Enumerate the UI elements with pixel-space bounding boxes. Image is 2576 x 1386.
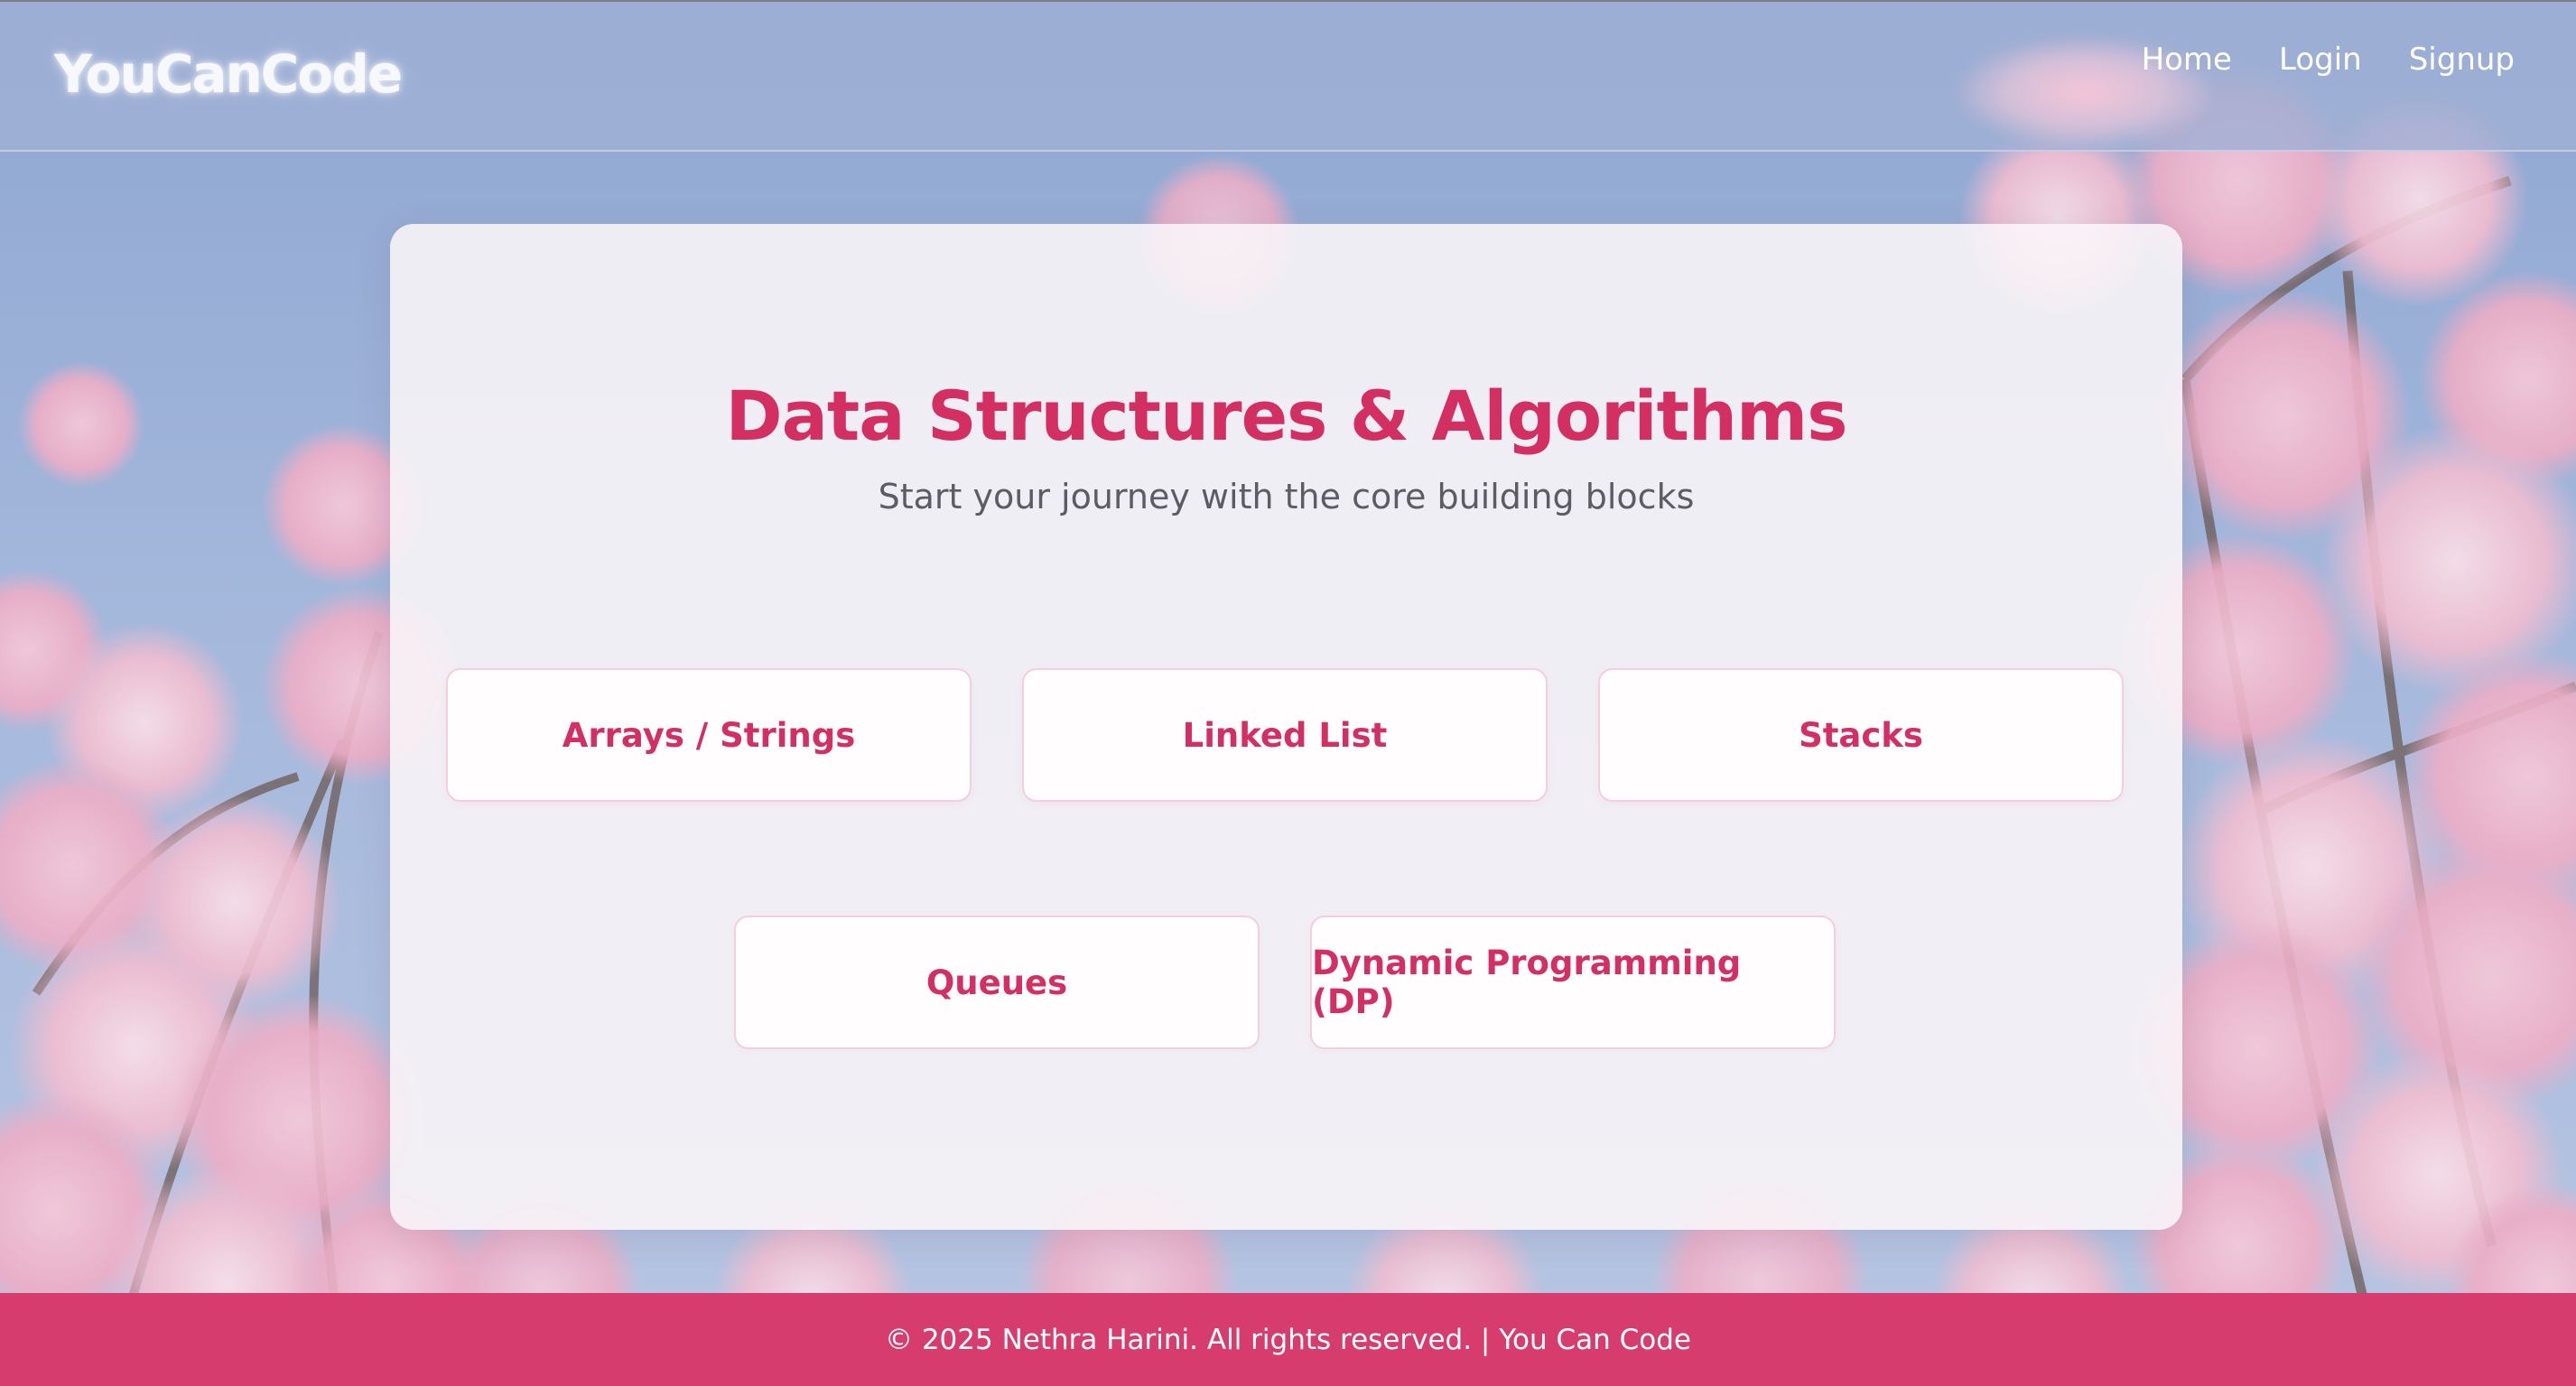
topic-button-queues[interactable]: Queues (734, 916, 1260, 1049)
page-title: Data Structures & Algorithms (725, 376, 1848, 456)
nav-links: Home Login Signup (2142, 42, 2515, 78)
footer: © 2025 Nethra Harini. All rights reserve… (0, 1293, 2576, 1386)
nav-home-link[interactable]: Home (2142, 42, 2232, 78)
topic-button-arrays-strings[interactable]: Arrays / Strings (446, 668, 972, 802)
navbar: YouCanCode Home Login Signup (0, 0, 2576, 152)
topic-button-stacks[interactable]: Stacks (1598, 668, 2124, 802)
nav-login-link[interactable]: Login (2279, 42, 2362, 78)
nav-signup-link[interactable]: Signup (2409, 42, 2515, 78)
brand-logo[interactable]: YouCanCode (54, 43, 403, 105)
page-subtitle: Start your journey with the core buildin… (878, 477, 1695, 516)
topic-button-linked-list[interactable]: Linked List (1022, 668, 1548, 802)
footer-copyright: © 2025 Nethra Harini. All rights reserve… (884, 1323, 1692, 1356)
topic-button-dynamic-programming[interactable]: Dynamic Programming (DP) (1310, 916, 1836, 1049)
topics-card: Data Structures & Algorithms Start your … (390, 224, 2182, 1230)
